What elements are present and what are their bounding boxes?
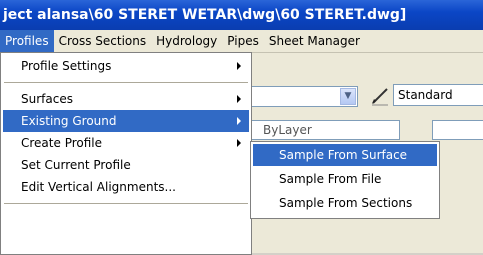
menu-item-sample-from-surface[interactable]: Sample From Surface [253, 144, 437, 166]
menu-item-set-current-profile[interactable]: Set Current Profile [3, 154, 249, 176]
menu-separator [4, 82, 248, 83]
menu-item-profile-settings[interactable]: Profile Settings [3, 55, 249, 77]
menu-item-create-profile[interactable]: Create Profile [3, 132, 249, 154]
submenu-arrow-icon [237, 62, 241, 70]
menu-cross-sections[interactable]: Cross Sections [54, 30, 152, 52]
menu-pipes[interactable]: Pipes [222, 30, 264, 52]
profiles-menu: Profile Settings Surfaces Existing Groun… [0, 52, 252, 255]
menu-item-label: Create Profile [21, 136, 102, 150]
menu-item-surfaces[interactable]: Surfaces [3, 88, 249, 110]
menu-item-label: Edit Vertical Alignments... [21, 180, 176, 194]
linetype-combo[interactable] [432, 120, 483, 140]
menu-item-existing-ground[interactable]: Existing Ground [3, 110, 249, 132]
menu-bar: Profiles Cross Sections Hydrology Pipes … [0, 30, 483, 53]
menu-item-sample-from-file[interactable]: Sample From File [253, 168, 437, 190]
menu-item-label: Surfaces [21, 92, 73, 106]
layer-combo[interactable]: ByLayer [250, 120, 400, 140]
menu-item-edit-vertical-alignments[interactable]: Edit Vertical Alignments... [3, 176, 249, 198]
window-title: ject alansa\60 STERET WETAR\dwg\60 STERE… [3, 7, 407, 23]
menu-hydrology[interactable]: Hydrology [151, 30, 222, 52]
submenu-arrow-icon [237, 139, 241, 147]
style-combo[interactable]: Standard [393, 84, 483, 106]
menu-item-label: Set Current Profile [21, 158, 131, 172]
menu-sheet-manager[interactable]: Sheet Manager [264, 30, 365, 52]
submenu-arrow-icon [237, 117, 241, 125]
toolbar-combo[interactable]: ▼ [248, 86, 358, 107]
brush-icon[interactable] [370, 86, 390, 106]
menu-item-label: Existing Ground [21, 114, 117, 128]
menu-item-sample-from-sections[interactable]: Sample From Sections [253, 192, 437, 214]
menu-item-label: Profile Settings [21, 59, 112, 73]
menu-separator [4, 203, 248, 204]
menu-profiles[interactable]: Profiles [0, 30, 54, 52]
dropdown-arrow-icon[interactable]: ▼ [340, 88, 356, 105]
submenu-arrow-icon [237, 95, 241, 103]
window-title-bar[interactable]: ject alansa\60 STERET WETAR\dwg\60 STERE… [0, 0, 483, 30]
existing-ground-submenu: Sample From Surface Sample From File Sam… [250, 141, 440, 219]
